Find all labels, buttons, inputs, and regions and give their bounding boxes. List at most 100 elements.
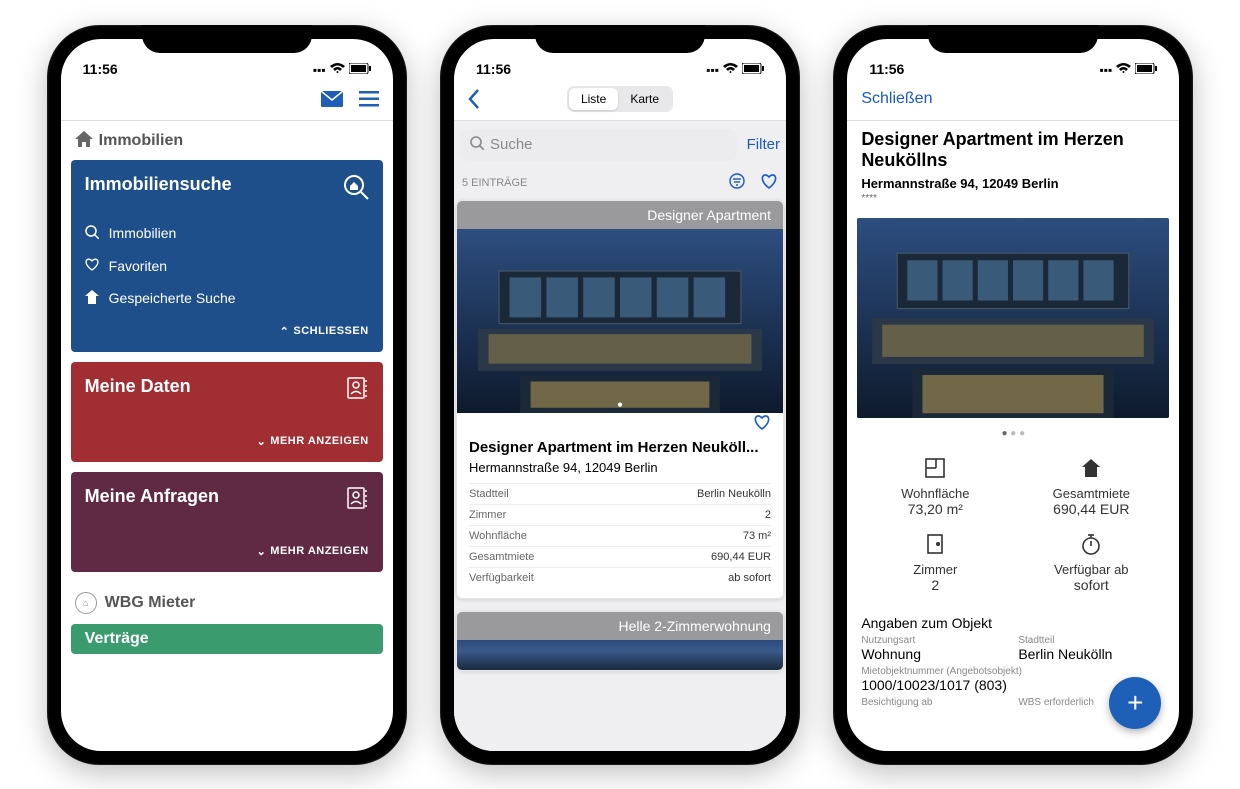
door-icon (926, 533, 944, 555)
card-expand-button[interactable]: ⌄ MEHR ANZEIGEN (85, 545, 369, 558)
section-title: Immobilien (99, 132, 183, 150)
kv-row: StadtteilBerlin Neukölln (469, 483, 771, 504)
status-bar: 11:56 ▪▪▪ (454, 39, 786, 79)
card-item-favoriten[interactable]: Favoriten (85, 250, 369, 282)
section-header-immobilien: Immobilien (71, 121, 383, 160)
listing-title: Designer Apartment im Herzen Neuköll... (469, 439, 771, 456)
screen-detail: 11:56 ▪▪▪ Schließen Designer Apartment i… (847, 39, 1179, 751)
fact-rooms: Zimmer 2 (857, 525, 1013, 601)
wifi-icon (1116, 63, 1131, 77)
back-button[interactable] (468, 89, 480, 109)
tab-karte[interactable]: Karte (618, 88, 671, 110)
phone-frame-3: 11:56 ▪▪▪ Schließen Designer Apartment i… (833, 25, 1193, 765)
mail-icon[interactable] (321, 91, 343, 107)
search-icon (85, 225, 99, 242)
wbg-logo-icon: ⌂ (75, 592, 97, 614)
card-title: Meine Daten (85, 376, 369, 397)
listing-address: Hermannstraße 94, 12049 Berlin (469, 456, 771, 483)
listing-image[interactable] (457, 229, 783, 404)
status-bar: 11:56 ▪▪▪ (847, 39, 1179, 79)
status-time: 11:56 (83, 61, 118, 77)
tab-liste[interactable]: Liste (569, 88, 618, 110)
search-input[interactable]: Suche (460, 129, 737, 161)
card-item-immobilien[interactable]: Immobilien (85, 217, 369, 250)
fact-rent: Gesamtmiete 690,44 EUR (1013, 449, 1169, 525)
battery-icon (349, 63, 371, 77)
image-pagination[interactable]: ● ● ● (847, 424, 1179, 443)
add-fab-button[interactable]: + (1109, 677, 1161, 729)
contacts-icon (345, 376, 369, 405)
section-header-wbg: ⌂ WBG Mieter (71, 582, 383, 624)
signal-icon: ▪▪▪ (706, 63, 719, 77)
card-item-label: Gespeicherte Suche (109, 290, 236, 306)
contacts-icon (345, 486, 369, 515)
search-placeholder: Suche (490, 136, 533, 153)
search-home-icon (343, 174, 369, 205)
screen-home: 11:56 ▪▪▪ (61, 39, 393, 751)
phone-frame-1: 11:56 ▪▪▪ (47, 25, 407, 765)
obj-visit: Besichtigung ab (861, 697, 1008, 708)
kv-row: Verfügbarkeitab sofort (469, 567, 771, 588)
nav-bar: Schließen (847, 79, 1179, 121)
search-icon (470, 136, 484, 154)
card-meine-daten[interactable]: Meine Daten ⌄ MEHR ANZEIGEN (71, 362, 383, 462)
listing-image[interactable] (457, 640, 783, 670)
chevron-up-icon: ⌃ (280, 325, 290, 338)
status-bar: 11:56 ▪▪▪ (61, 39, 393, 79)
card-collapse-button[interactable]: ⌃ SCHLIESSEN (85, 325, 369, 338)
chevron-down-icon: ⌄ (257, 435, 267, 448)
saved-search-icon (85, 290, 99, 307)
close-button[interactable]: Schließen (861, 90, 932, 108)
card-immobiliensuche[interactable]: Immobiliensuche Immobilien Favoriten (71, 160, 383, 352)
detail-address: Hermannstraße 94, 12049 Berlin (861, 176, 1165, 191)
kv-row: Zimmer2 (469, 504, 771, 525)
fact-availability: Verfügbar ab sofort (1013, 525, 1169, 601)
signal-icon: ▪▪▪ (1100, 63, 1113, 77)
segmented-control: Liste Karte (567, 86, 673, 112)
battery-icon (1135, 63, 1157, 77)
chevron-down-icon: ⌄ (257, 545, 267, 558)
fact-area: Wohnfläche 73,20 m² (857, 449, 1013, 525)
card-item-label: Immobilien (109, 225, 177, 241)
nav-bar (61, 79, 393, 121)
rating-stars: **** (861, 193, 1165, 204)
phone-frame-2: 11:56 ▪▪▪ Liste Karte Suche (440, 25, 800, 765)
filter-button[interactable]: Filter (747, 136, 780, 153)
card-title: Immobiliensuche (85, 174, 369, 195)
listing-badge: Designer Apartment (457, 201, 783, 229)
detail-image[interactable] (857, 218, 1169, 418)
card-title: Meine Anfragen (85, 486, 369, 507)
card-item-label: Favoriten (109, 258, 167, 274)
sort-icon[interactable] (728, 173, 746, 194)
kv-row: Wohnfläche73 m² (469, 525, 771, 546)
object-details-header: Angaben zum Objekt (847, 607, 1179, 635)
signal-icon: ▪▪▪ (313, 63, 326, 77)
kv-row: Gesamtmiete690,44 EUR (469, 546, 771, 567)
obj-usage: Nutzungsart Wohnung (861, 635, 1008, 662)
status-icons: ▪▪▪ (706, 63, 764, 77)
card-item-gespeicherte-suche[interactable]: Gespeicherte Suche (85, 282, 369, 315)
card-meine-anfragen[interactable]: Meine Anfragen ⌄ MEHR ANZEIGEN (71, 472, 383, 572)
floorplan-icon (924, 457, 946, 479)
section-title: WBG Mieter (105, 594, 196, 612)
battery-icon (742, 63, 764, 77)
favorite-icon[interactable] (760, 173, 778, 194)
listing-card[interactable]: Designer Apartment (456, 200, 784, 599)
card-expand-button[interactable]: ⌄ MEHR ANZEIGEN (85, 435, 369, 448)
listing-badge: Helle 2-Zimmerwohnung (457, 612, 783, 640)
wifi-icon (330, 63, 345, 77)
status-time: 11:56 (476, 61, 511, 77)
card-title: Verträge (85, 630, 369, 648)
status-time: 11:56 (869, 61, 904, 77)
heart-icon (85, 258, 99, 274)
card-vertraege[interactable]: Verträge (71, 624, 383, 654)
listing-card[interactable]: Helle 2-Zimmerwohnung (456, 611, 784, 671)
house-icon (75, 131, 93, 152)
favorite-button[interactable] (469, 414, 771, 439)
status-icons: ▪▪▪ (1100, 63, 1158, 77)
house-icon (1080, 457, 1102, 479)
wifi-icon (723, 63, 738, 77)
menu-icon[interactable] (359, 91, 379, 107)
screen-list: 11:56 ▪▪▪ Liste Karte Suche (454, 39, 786, 751)
detail-title: Designer Apartment im Herzen Neuköllns (861, 129, 1165, 172)
